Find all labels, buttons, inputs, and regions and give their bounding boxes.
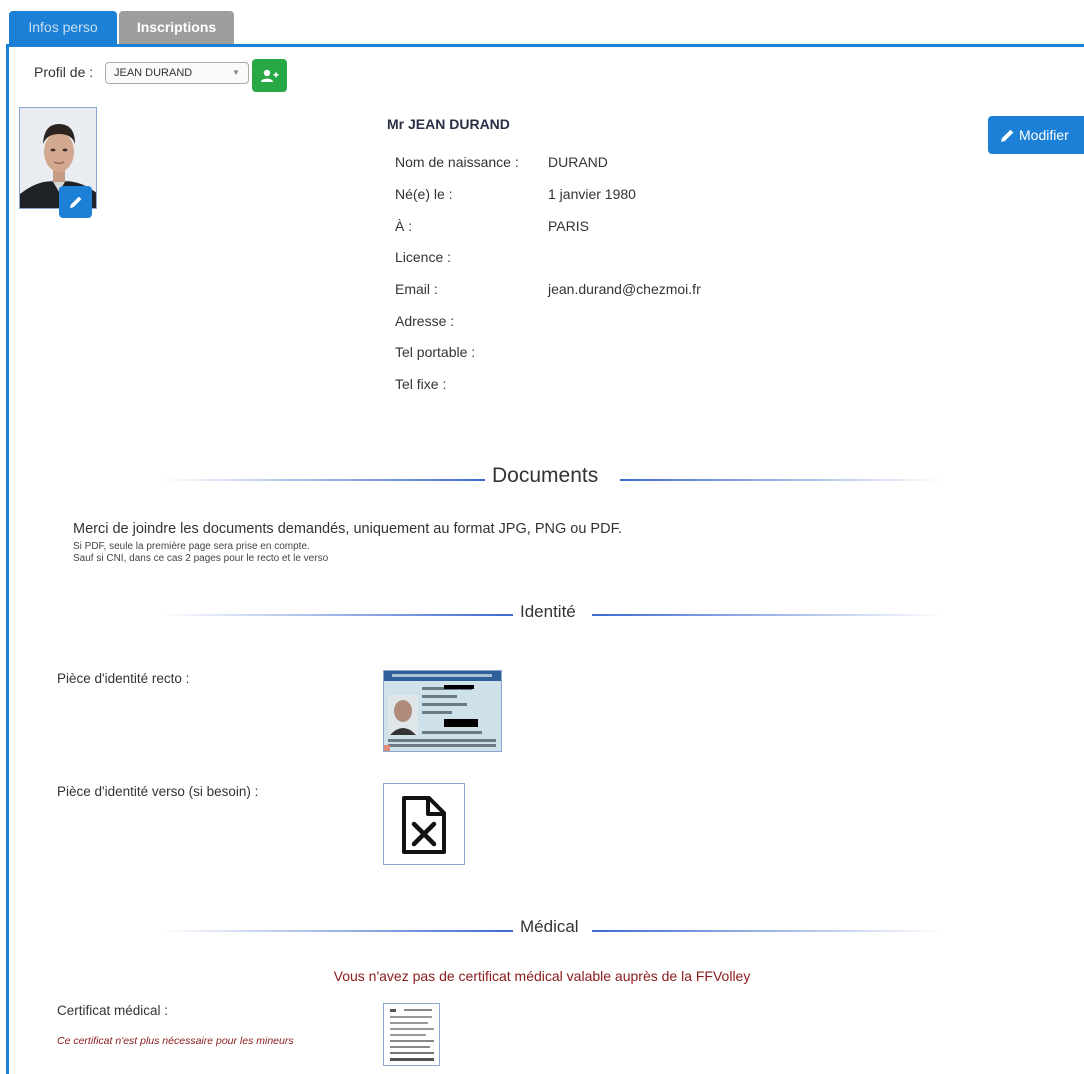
documents-instructions: Merci de joindre les documents demandés,… [73,521,622,537]
profile-select-value: JEAN DURAND [114,67,193,79]
documents-note-pdf: Si PDF, seule la première page sera pris… [73,541,310,552]
chevron-down-icon: ▼ [232,68,240,77]
birth-name-value: DURAND [548,154,608,170]
divider-left [160,614,513,616]
birth-place-label: À : [395,218,413,234]
identity-title: Identité [520,602,576,621]
edit-photo-button[interactable] [59,186,92,218]
divider-right [592,614,945,616]
documents-note-cni: Sauf si CNI, dans ce cas 2 pages pour le… [73,553,329,564]
medical-certificate-thumbnail[interactable] [383,1003,440,1066]
licence-label: Licence : [395,249,452,265]
person-full-name: Mr JEAN DURAND [387,116,510,132]
medical-certificate-label: Certificat médical : [57,1003,169,1018]
medical-warning: Vous n'avez pas de certificat médical va… [333,968,751,984]
pencil-icon [69,196,81,208]
tab-inscriptions[interactable]: Inscriptions [119,11,234,44]
add-user-button[interactable] [252,59,287,92]
address-label: Adresse : [395,313,455,329]
modify-button-label: Modifier [1019,127,1069,143]
minor-note: Ce certificat n'est plus nécessaire pour… [57,1035,294,1047]
tab-infos-perso[interactable]: Infos perso [9,11,117,44]
file-missing-icon [402,796,446,854]
email-label: Email : [395,281,438,297]
id-card-image [384,671,501,751]
user-plus-icon [260,69,278,82]
pencil-icon [1001,129,1014,142]
id-recto-thumbnail[interactable] [383,670,502,752]
divider-left [160,479,485,481]
divider-left [160,930,513,932]
id-verso-upload[interactable] [383,783,465,865]
birth-date-value: 1 janvier 1980 [548,186,636,202]
mobile-phone-label: Tel portable : [395,344,476,360]
id-verso-label: Pièce d'identité verso (si besoin) : [57,784,259,799]
divider-right [620,479,945,481]
email-value: jean.durand@chezmoi.fr [548,281,701,297]
landline-phone-label: Tel fixe : [395,376,447,392]
birth-name-label: Nom de naissance : [395,154,519,170]
birth-place-value: PARIS [548,218,589,234]
profile-select[interactable]: JEAN DURAND ▼ [105,62,249,84]
modify-button[interactable]: Modifier [988,116,1084,154]
medical-title: Médical [520,917,579,936]
birth-date-label: Né(e) le : [395,186,453,202]
id-recto-label: Pièce d'identité recto : [57,671,190,686]
profile-label: Profil de : [34,64,94,80]
divider-right [592,930,945,932]
certificate-document-image [384,1004,439,1065]
documents-title: Documents [492,464,599,487]
